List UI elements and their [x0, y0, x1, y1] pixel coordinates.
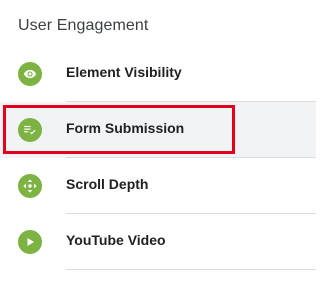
eye-icon [18, 62, 42, 86]
trigger-item-label: Scroll Depth [66, 176, 149, 192]
trigger-item-label: Form Submission [66, 120, 185, 136]
form-submit-icon [18, 118, 42, 142]
trigger-item-label: Element Visibility [66, 64, 182, 80]
trigger-item-youtube-video[interactable]: YouTube Video [0, 214, 316, 270]
trigger-type-panel: User Engagement Element Visibility Form … [0, 0, 316, 289]
trigger-item-label: YouTube Video [66, 232, 166, 248]
trigger-item-scroll-depth[interactable]: Scroll Depth [0, 158, 316, 214]
divider [66, 269, 316, 270]
section-title: User Engagement [18, 17, 149, 34]
scroll-arrows-icon [18, 174, 42, 198]
trigger-item-form-submission[interactable]: Form Submission [0, 102, 316, 158]
trigger-item-element-visibility[interactable]: Element Visibility [0, 46, 316, 102]
play-icon [18, 230, 42, 254]
